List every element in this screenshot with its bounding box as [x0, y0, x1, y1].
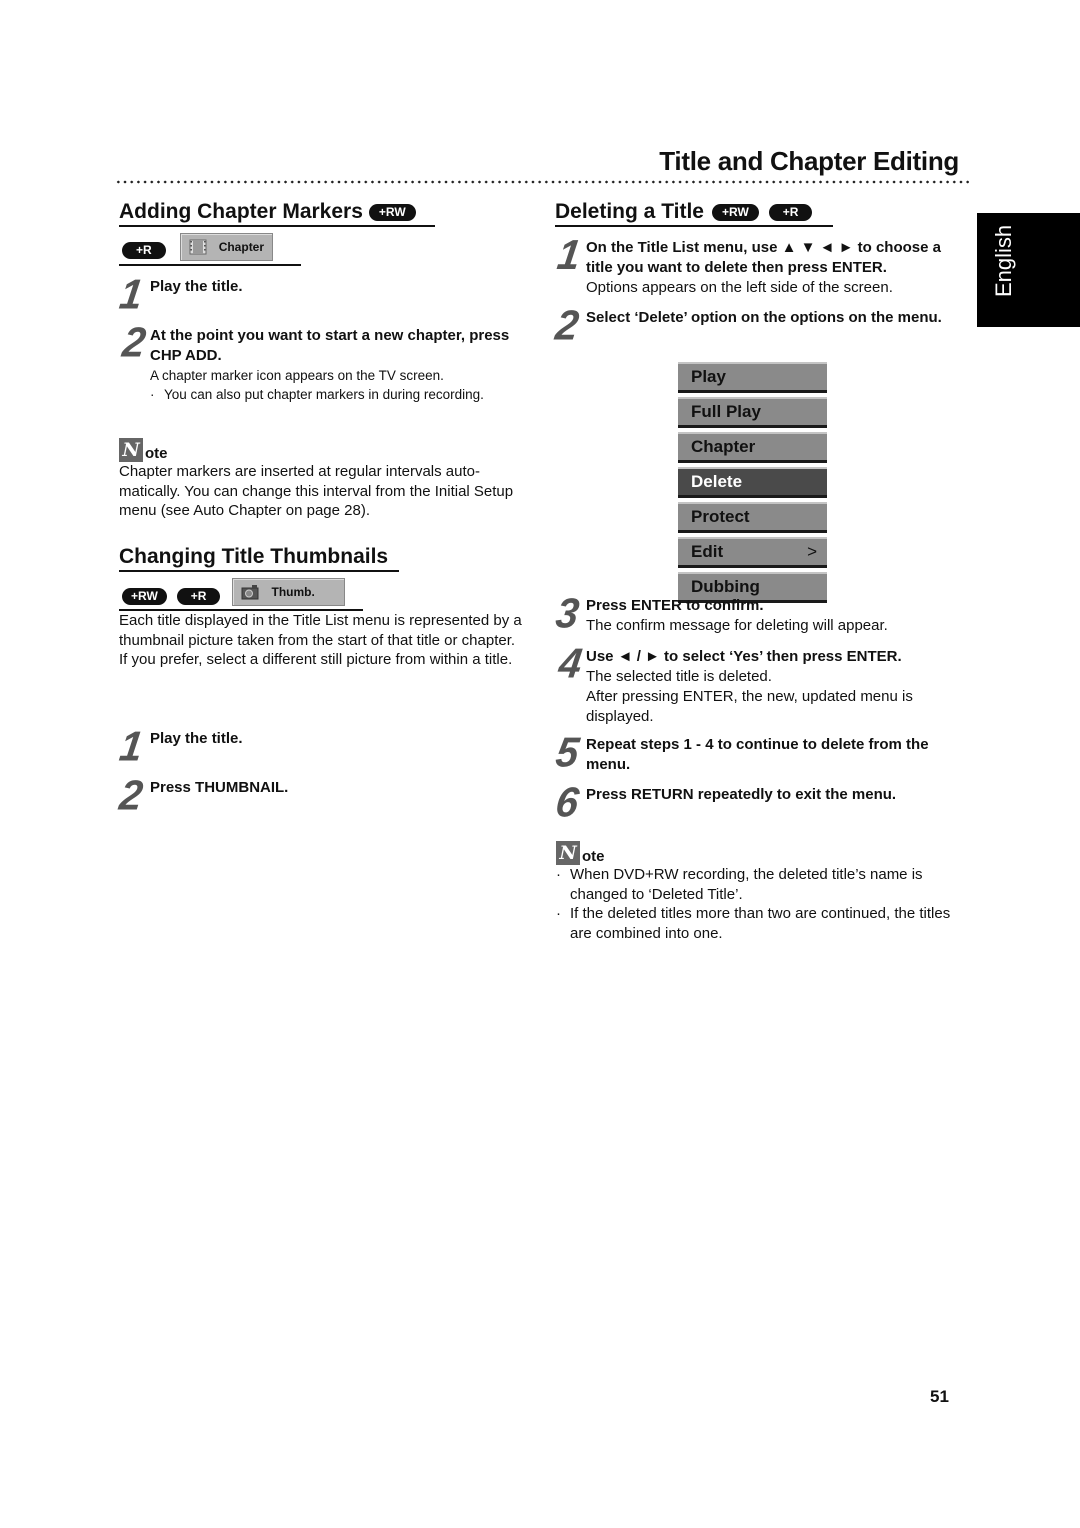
step-detail: Options appears on the left side of the …	[586, 279, 893, 296]
step-instruction: Press THUMBNAIL.	[150, 779, 289, 796]
disc-and-osd-row: +R Chapter	[119, 233, 301, 266]
deleting-step-1: 1 On the Title List menu, use ▲ ▼ ◄ ► to…	[555, 232, 968, 298]
language-tab-label: English	[991, 224, 1016, 297]
deleting-step-3: 3 Press ENTER to confirm. The confirm me…	[553, 590, 968, 637]
step-instruction: Use ◄ / ► to select ‘Yes’ then press ENT…	[586, 648, 902, 665]
step-number: 3	[553, 590, 582, 637]
step-instruction: At the point you want to start a new cha…	[150, 327, 510, 364]
disc-badge-rw: +RW	[711, 203, 759, 221]
page-title: Title and Chapter Editing	[659, 146, 959, 176]
step-detail: A chapter marker icon appears on the TV …	[150, 368, 444, 383]
menu-item-full-play[interactable]: Full Play	[678, 397, 827, 428]
step-detail: The selected title is deleted. After pre…	[586, 668, 913, 725]
adding-step-2: 2 At the point you want to start a new c…	[120, 320, 540, 404]
note-adding: N ote Chapter markers are inserted at re…	[119, 438, 529, 521]
menu-item-edit[interactable]: Edit >	[678, 537, 827, 568]
section-title-text: Adding Chapter Markers	[119, 200, 363, 223]
note-bullet-text: If the deleted titles more than two are …	[570, 905, 951, 942]
deleting-step-5: 5 Repeat steps 1 - 4 to continue to dele…	[553, 729, 968, 776]
menu-item-chapter[interactable]: Chapter	[678, 432, 827, 463]
disc-badge-r: +R	[122, 241, 166, 259]
adding-step-1: 1 Play the title.	[116, 271, 540, 319]
step-number: 2	[116, 772, 146, 820]
step-number: 1	[116, 271, 146, 319]
osd-chapter-label: Chapter	[218, 240, 265, 254]
step-instruction: Press RETURN repeatedly to exit the menu…	[586, 786, 897, 803]
osd-chapter-button: Chapter	[179, 233, 274, 261]
step-instruction: Repeat steps 1 - 4 to continue to delete…	[586, 736, 929, 773]
menu-item-label: Edit	[691, 542, 724, 561]
note-heading: N ote	[556, 841, 966, 865]
deleting-step-6: 6 Press RETURN repeatedly to exit the me…	[552, 779, 968, 827]
note-deleting: N ote · When DVD+RW recording, the delete…	[556, 841, 966, 943]
thumbnails-step-1: 1 Play the title.	[116, 723, 540, 771]
step-number: 5	[553, 729, 582, 776]
thumbnails-step-2: 2 Press THUMBNAIL.	[116, 772, 540, 820]
camera-thumb-icon	[241, 585, 259, 600]
step-number: 1	[554, 232, 584, 279]
menu-item-label: Delete	[691, 472, 743, 491]
chevron-right-icon: >	[807, 542, 817, 561]
menu-item-label: Play	[691, 367, 726, 386]
menu-item-delete[interactable]: Delete	[678, 467, 827, 498]
menu-item-play[interactable]: Play	[678, 362, 827, 393]
step-number: 2	[552, 302, 582, 350]
osd-thumb-label: Thumb.	[271, 585, 315, 599]
step-detail: The confirm message for deleting will ap…	[586, 617, 888, 634]
note-icon: N	[556, 841, 580, 865]
note-bullet-text: When DVD+RW recording, the deleted title…	[570, 866, 923, 903]
menu-item-protect[interactable]: Protect	[678, 502, 827, 533]
note-bullet: · When DVD+RW recording, the deleted titl…	[556, 865, 966, 904]
step-instruction: Press ENTER to confirm.	[586, 597, 764, 614]
paragraph: Each title displayed in the Title List m…	[119, 612, 522, 649]
film-chapter-icon	[189, 239, 207, 255]
note-heading: N ote	[119, 438, 529, 462]
paragraph: If you prefer, select a different still …	[119, 651, 513, 669]
disc-badge-rw: +RW	[368, 203, 416, 221]
dotted-divider	[115, 180, 969, 184]
note-label: ote	[145, 445, 168, 462]
step-instruction: On the Title List menu, use ▲ ▼ ◄ ► to c…	[586, 239, 941, 276]
step-number: 6	[552, 779, 582, 827]
osd-thumb-button: Thumb.	[232, 578, 346, 606]
step-number: 1	[116, 723, 146, 771]
menu-item-label: Dubbing	[691, 577, 760, 596]
section-title-changing-title-thumbnails: Changing Title Thumbnails	[119, 545, 399, 572]
page-number: 51	[930, 1387, 949, 1406]
disc-badge-r: +R	[176, 587, 221, 605]
step-bullet-text: You can also put chapter markers in duri…	[164, 387, 484, 402]
step-instruction: Play the title.	[150, 278, 243, 295]
thumbnails-description: Each title displayed in the Title List m…	[119, 611, 534, 670]
menu-item-label: Full Play	[691, 402, 761, 421]
note-text: Chapter markers are inserted at regular …	[119, 463, 514, 520]
disc-badge-rw: +RW	[122, 587, 167, 605]
note-label: ote	[582, 848, 605, 865]
section-title-adding-chapter-markers: Adding Chapter Markers +RW	[119, 200, 435, 227]
disc-and-osd-row: +RW +R Thumb.	[119, 578, 363, 611]
deleting-step-2: 2 Select ‘Delete’ option on the options …	[552, 302, 968, 350]
note-bullet: · If the deleted titles more than two are…	[556, 904, 966, 943]
step-instruction: Play the title.	[150, 730, 243, 747]
note-icon: N	[119, 438, 143, 462]
section-title-text: Deleting a Title	[555, 200, 704, 223]
section-title-text: Changing Title Thumbnails	[119, 545, 389, 568]
section-title-deleting-a-title: Deleting a Title +RW +R	[555, 200, 833, 227]
menu-item-label: Protect	[691, 507, 750, 526]
deleting-step-4: 4 Use ◄ / ► to select ‘Yes’ then press E…	[556, 641, 968, 727]
disc-badge-r: +R	[768, 203, 813, 221]
step-instruction: Select ‘Delete’ option on the options on…	[586, 309, 942, 326]
options-menu: Play Full Play Chapter Delete Protect Edit > Du…	[678, 362, 827, 607]
step-bullet: · You can also put chapter markers in dur…	[150, 387, 484, 402]
language-tab: English	[977, 213, 1080, 327]
menu-item-label: Chapter	[691, 437, 756, 456]
